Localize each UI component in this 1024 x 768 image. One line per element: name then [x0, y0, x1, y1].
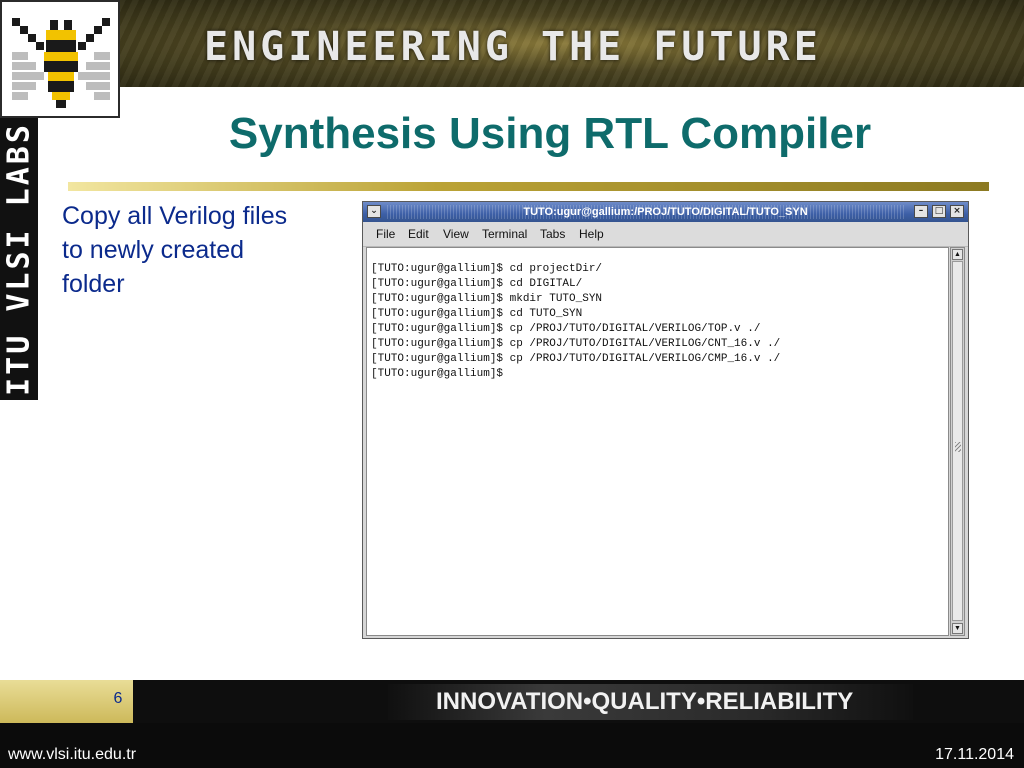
vertical-lab-label: ITU VLSI LABS: [1, 122, 37, 396]
menu-view[interactable]: View: [443, 227, 469, 241]
close-icon[interactable]: ×: [950, 205, 964, 218]
logo-box: [0, 0, 120, 118]
body-line: to newly created: [62, 236, 245, 264]
terminal-line: [TUTO:ugur@gallium]$ mkdir TUTO_SYN: [371, 293, 603, 305]
footer-url[interactable]: www.vlsi.itu.edu.tr: [8, 746, 136, 764]
scroll-grip-icon: [955, 442, 961, 452]
terminal-lines: [TUTO:ugur@gallium]$ cd projectDir/ [TUT…: [371, 262, 780, 382]
maximize-icon[interactable]: □: [932, 205, 946, 218]
terminal-titlebar[interactable]: TUTO:ugur@gallium:/PROJ/TUTO/DIGITAL/TUT…: [363, 202, 968, 222]
header-tagline: ENGINEERING THE FUTURE: [204, 24, 822, 70]
scroll-down-icon[interactable]: ▼: [952, 623, 963, 634]
terminal-line: [TUTO:ugur@gallium]$ cp /PROJ/TUTO/DIGIT…: [371, 323, 761, 335]
terminal-line: [TUTO:ugur@gallium]$ cp /PROJ/TUTO/DIGIT…: [371, 353, 781, 365]
footer-slogan: INNOVATION•QUALITY•RELIABILITY: [436, 688, 854, 715]
terminal-window: TUTO:ugur@gallium:/PROJ/TUTO/DIGITAL/TUT…: [362, 201, 969, 639]
page-number: 6: [113, 690, 123, 707]
menu-tabs[interactable]: Tabs: [540, 227, 565, 241]
terminal-scrollbar[interactable]: ▲ ▼: [950, 247, 965, 636]
window-title: TUTO:ugur@gallium:/PROJ/TUTO/DIGITAL/TUT…: [523, 206, 808, 218]
menu-file[interactable]: File: [376, 227, 395, 241]
window-menu-icon[interactable]: ⌄: [367, 205, 381, 218]
terminal-line: [TUTO:ugur@gallium]$ cp /PROJ/TUTO/DIGIT…: [371, 338, 781, 350]
terminal-line: [TUTO:ugur@gallium]$ cd projectDir/: [371, 263, 603, 275]
menu-help[interactable]: Help: [579, 227, 604, 241]
terminal-line: [TUTO:ugur@gallium]$ cd DIGITAL/: [371, 278, 583, 290]
body-line: Copy all Verilog files: [62, 202, 288, 230]
scroll-thumb[interactable]: [952, 261, 963, 621]
menu-edit[interactable]: Edit: [408, 227, 429, 241]
bee-logo-icon: [12, 18, 110, 108]
scroll-up-icon[interactable]: ▲: [952, 249, 963, 260]
slide-title: Synthesis Using RTL Compiler: [228, 109, 872, 158]
menu-terminal[interactable]: Terminal: [482, 227, 527, 241]
vertical-label-bar: ITU VLSI LABS: [0, 118, 38, 400]
terminal-output-area[interactable]: [TUTO:ugur@gallium]$ cd projectDir/ [TUT…: [366, 247, 949, 636]
terminal-menubar: File Edit View Terminal Tabs Help: [363, 222, 968, 247]
terminal-prompt: [TUTO:ugur@gallium]$: [371, 368, 504, 380]
bottom-bar: [0, 723, 1024, 768]
terminal-line: [TUTO:ugur@gallium]$ cd TUTO_SYN: [371, 308, 583, 320]
minimize-icon[interactable]: –: [914, 205, 928, 218]
body-text: Copy all Verilog files to newly created …: [62, 199, 342, 301]
title-underline: [68, 182, 989, 191]
body-line: folder: [62, 270, 125, 298]
footer-date: 17.11.2014: [935, 746, 1014, 763]
